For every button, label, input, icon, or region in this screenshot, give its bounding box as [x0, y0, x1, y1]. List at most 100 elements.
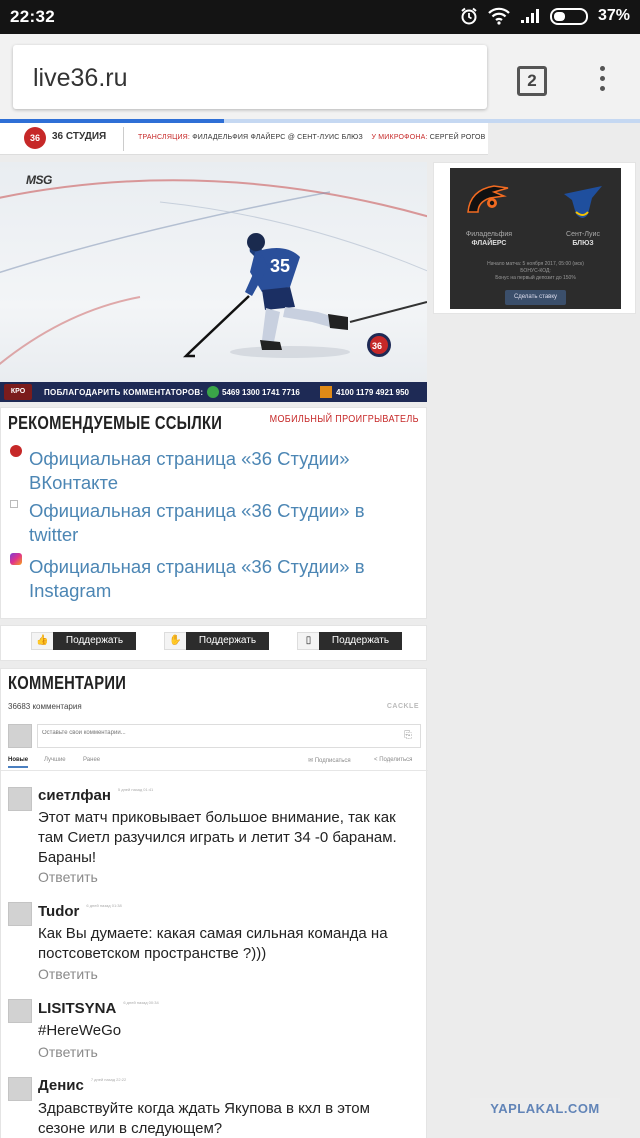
support-button-1[interactable]: 👍 Поддержать — [31, 632, 136, 650]
clock: 22:32 — [10, 7, 55, 26]
ad-team-flyers: Филадельфия ФЛАЙЕРС — [464, 230, 514, 248]
mic-value: СЕРГЕЙ РОГОВ — [429, 134, 486, 141]
svg-text:36: 36 — [372, 341, 382, 351]
tab-best[interactable]: Лучшие — [44, 757, 66, 763]
status-bar: 22:32 37% — [0, 0, 640, 34]
sberbank-icon — [207, 386, 219, 398]
subscribe-label: Подписаться — [314, 758, 351, 764]
comment-author[interactable]: сиетлфан 5 дней назад 01:41 — [38, 787, 153, 804]
signal-icon — [520, 9, 539, 23]
twitter-link[interactable]: Официальная страница «36 Студии» в twitt… — [29, 499, 409, 547]
avatar — [8, 724, 32, 748]
ad-info-line-3: Бонус на первый депозит до 150% — [495, 275, 576, 281]
team1-name: ФЛАЙЕРС — [471, 240, 507, 247]
avatar — [8, 1077, 32, 1101]
site-logo-icon[interactable]: 36 — [24, 127, 46, 149]
battery-icon — [549, 7, 588, 25]
betting-ad-card: Филадельфия ФЛАЙЕРС Сент-Луис БЛЮЗ Начал… — [433, 162, 636, 314]
comments-panel: КОММЕНТАРИИ 36683 комментария CACKLE ⎘ Н… — [0, 668, 428, 1138]
url-text[interactable]: live36.ru — [33, 64, 128, 93]
twitter-icon — [10, 500, 18, 508]
broadcast-info: ТРАНСЛЯЦИЯ: ФИЛАДЕЛЬФИЯ ФЛАЙЕРС @ СЕНТ-Л… — [138, 134, 485, 141]
broadcast-value: ФИЛАДЕЛЬФИЯ ФЛАЙЕРС @ СЕНТ-ЛУИС БЛЮЗ — [192, 134, 363, 141]
team2-city: Сент-Луис — [566, 231, 600, 238]
reply-link[interactable]: Ответить — [38, 1044, 98, 1060]
comment-date: 5 дней назад 01:41 — [117, 787, 154, 792]
support-button-label[interactable]: Поддержать — [53, 632, 136, 650]
cackle-brand[interactable]: CACKLE — [387, 703, 419, 710]
avatar — [8, 999, 32, 1023]
comment-author[interactable]: Денис 7 дней назад 22:22 — [38, 1077, 126, 1094]
support-button-2[interactable]: ✋ Поддержать — [164, 632, 269, 650]
recommended-title: РЕКОМЕНДУЕМЫЕ ССЫЛКИ — [8, 413, 223, 433]
comment-text: #HereWeGo — [38, 1022, 122, 1039]
author-name[interactable]: LISITSYNA — [38, 1000, 116, 1017]
comment-text: Как Вы думаете: какая самая сильная кома… — [38, 925, 388, 962]
author-name[interactable]: Денис — [38, 1077, 84, 1094]
avatar — [8, 787, 32, 811]
mobile-player-link[interactable]: МОБИЛЬНЫЙ ПРОИГРЫВАТЕЛЬ — [270, 414, 419, 425]
studio-36-badge-icon: 36 — [367, 333, 391, 357]
tab-switcher-button[interactable]: 2 — [517, 66, 547, 96]
site-logo-text[interactable]: 36 СТУДИЯ — [52, 131, 106, 142]
instagram-link[interactable]: Официальная страница «36 Студии» в Insta… — [29, 555, 409, 603]
comment-text: Здравствуйте когда ждать Якупова в кхл в… — [38, 1100, 370, 1137]
support-panel: 👍 Поддержать ✋ Поддержать ▯ Поддержать — [0, 625, 427, 661]
phone-icon: ▯ — [297, 632, 319, 650]
ad-info-line-1: Начало матча: 5 ноября 2017, 05:00 (мск) — [487, 261, 584, 267]
comment-tabs: Новые Лучшие Ранее ✉ Подписаться < Подел… — [1, 753, 428, 771]
donation-number-1: 5469 1300 1741 7716 — [222, 388, 300, 397]
ad-team-blues: Сент-Луис БЛЮЗ — [558, 230, 608, 248]
thanks-label: ПОБЛАГОДАРИТЬ КОММЕНТАТОРОВ: — [44, 388, 204, 397]
vk-link[interactable]: Официальная страница «36 Студии» ВКонтак… — [29, 447, 409, 495]
subscribe-button[interactable]: ✉ Подписаться — [308, 757, 351, 764]
share-button[interactable]: < Поделиться — [374, 757, 412, 763]
reply-link[interactable]: Ответить — [38, 869, 98, 885]
share-label: Поделиться — [379, 757, 413, 763]
site-header: 36 36 СТУДИЯ ТРАНСЛЯЦИЯ: ФИЛАДЕЛЬФИЯ ФЛА… — [0, 123, 488, 155]
support-button-label[interactable]: Поддержать — [319, 632, 402, 650]
address-bar[interactable]: live36.ru — [13, 45, 487, 109]
author-name[interactable]: сиетлфан — [38, 787, 111, 804]
comment-author[interactable]: LISITSYNA 6 дней назад 00:34 — [38, 1000, 159, 1017]
place-bet-button[interactable]: Сделать ставку — [505, 290, 566, 305]
hockey-player: 35 — [182, 233, 350, 358]
vk-icon — [10, 445, 22, 457]
support-button-3[interactable]: ▯ Поддержать — [297, 632, 402, 650]
battery-percent: 37% — [597, 7, 630, 24]
comments-title: КОММЕНТАРИИ — [8, 673, 127, 693]
reply-link[interactable]: Ответить — [38, 966, 98, 982]
ad-info: Начало матча: 5 ноября 2017, 05:00 (мск)… — [458, 261, 613, 282]
comment-date: 6 дней назад 01:38 — [86, 903, 122, 908]
browser-toolbar: live36.ru 2 — [0, 34, 640, 122]
comment-author[interactable]: Tudor 6 дней назад 01:38 — [38, 903, 122, 920]
comment-date: 7 дней назад 22:22 — [90, 1077, 127, 1082]
hockey-rink-scene: 35 — [0, 179, 427, 365]
thumbs-up-icon: 👍 — [31, 632, 53, 650]
ad-info-line-2: БОНУС-КОД: — [520, 268, 551, 274]
tab-newest[interactable]: Новые — [8, 757, 29, 768]
comment-text: Этот матч приковывает большое внимание, … — [38, 809, 397, 866]
comment-input[interactable] — [42, 730, 392, 736]
avatar — [8, 902, 32, 926]
betting-ad[interactable]: Филадельфия ФЛАЙЕРС Сент-Луис БЛЮЗ Начал… — [450, 168, 621, 309]
yandex-money-icon — [320, 386, 332, 398]
comment-input-box[interactable]: ⎘ — [37, 724, 421, 748]
mail-icon: ✉ — [308, 758, 314, 764]
attach-icon[interactable]: ⎘ — [404, 730, 412, 741]
support-button-label[interactable]: Поддержать — [186, 632, 269, 650]
hand-icon: ✋ — [164, 632, 186, 650]
overflow-menu-icon[interactable] — [596, 66, 608, 96]
video-player[interactable]: 35 MSG 36 КРО ПОБЛАГОДАРИТЬ КОММЕНТАТОРО… — [0, 162, 427, 402]
team2-name: БЛЮЗ — [572, 240, 594, 247]
donation-ticker: КРО ПОБЛАГОДАРИТЬ КОММЕНТАТОРОВ: 5469 13… — [0, 382, 427, 402]
share-icon: < — [374, 757, 378, 763]
mic-label: У МИКРОФОНА: — [371, 134, 428, 141]
author-name[interactable]: Tudor — [38, 903, 79, 920]
tab-earlier[interactable]: Ранее — [83, 757, 100, 763]
header-divider — [123, 127, 124, 151]
blues-logo-icon — [564, 186, 602, 218]
recommended-links-panel: РЕКОМЕНДУЕМЫЕ ССЫЛКИ МОБИЛЬНЫЙ ПРОИГРЫВА… — [0, 407, 427, 619]
comment-date: 6 дней назад 00:34 — [123, 1000, 159, 1005]
comments-count: 36683 комментария — [8, 702, 82, 711]
